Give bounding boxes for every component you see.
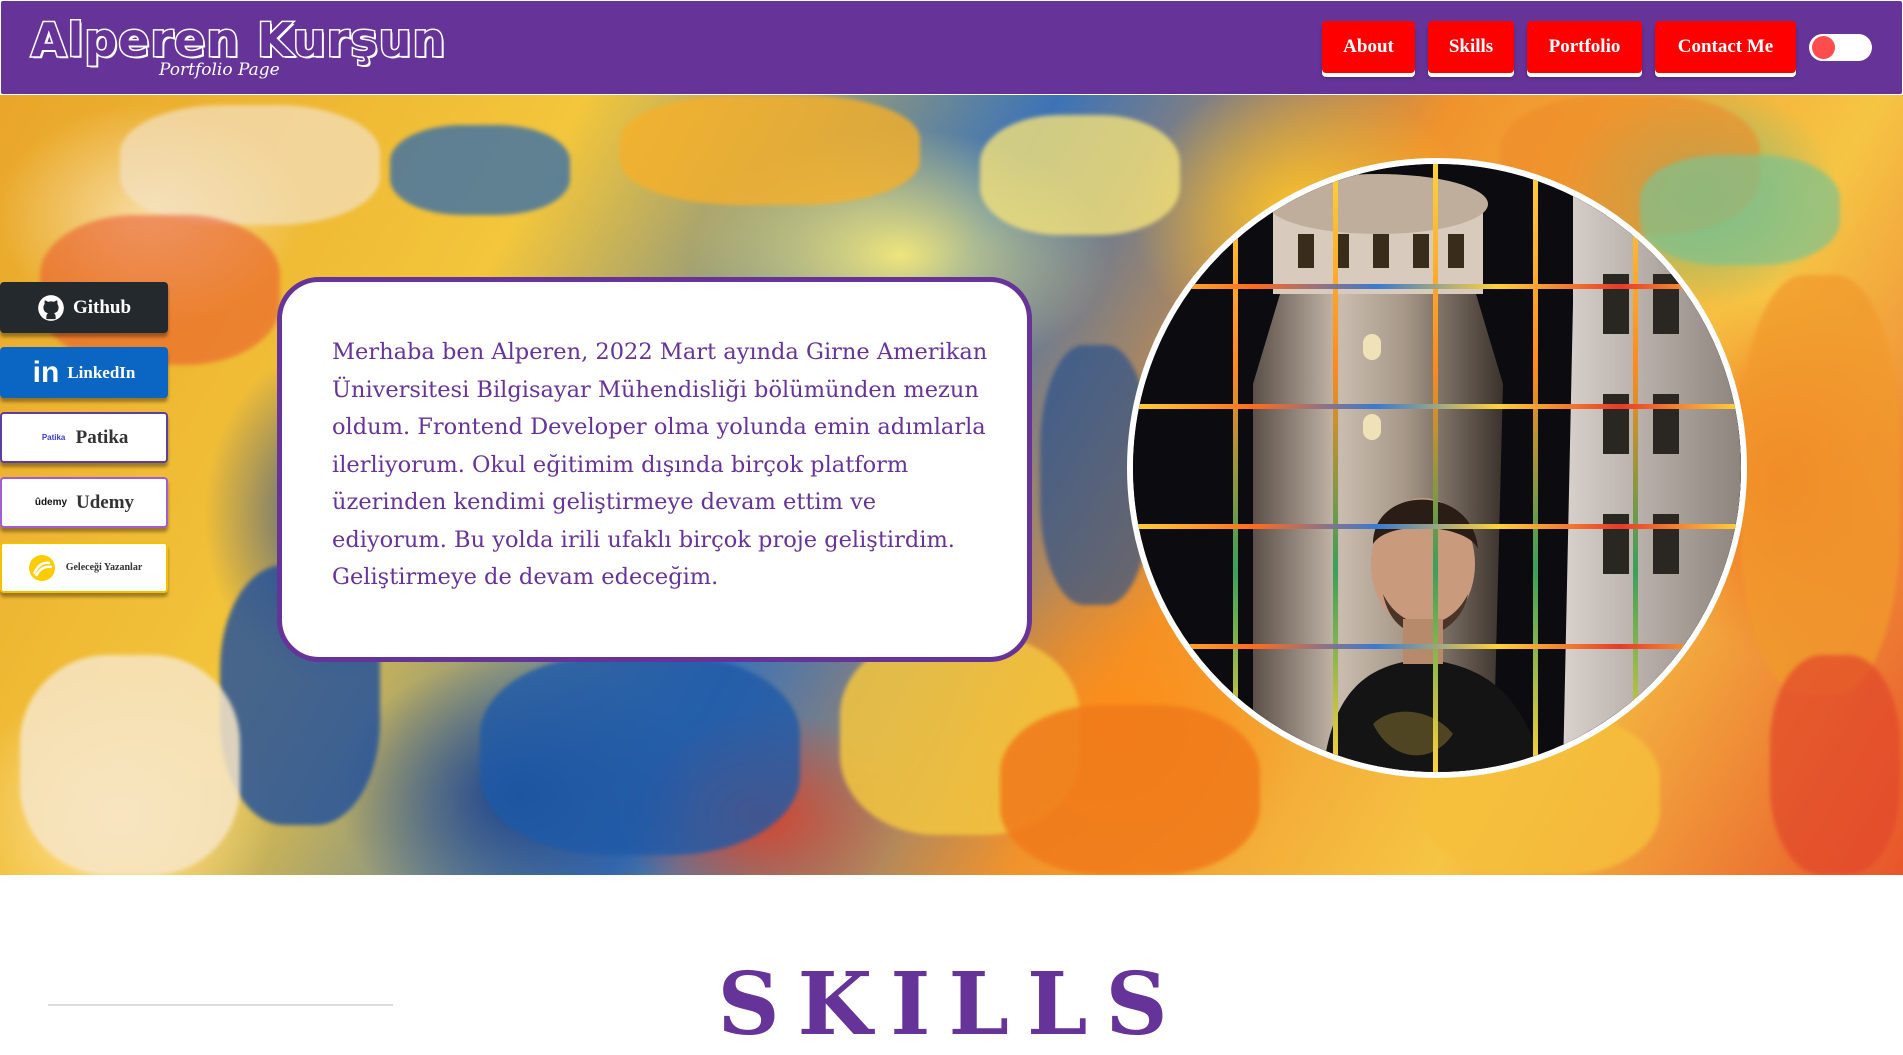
grid-line xyxy=(1333,164,1338,772)
theme-toggle[interactable] xyxy=(1809,34,1872,61)
nav-contact-button[interactable]: Contact Me xyxy=(1655,21,1796,73)
gelecegi-yazanlar-link[interactable]: Geleceği Yazanlar xyxy=(0,542,168,593)
nav-about-button[interactable]: About xyxy=(1322,21,1415,73)
patika-link[interactable]: Patika Patika xyxy=(0,412,168,463)
linkedin-link[interactable]: in LinkedIn xyxy=(0,347,168,398)
nav-skills-button[interactable]: Skills xyxy=(1428,21,1514,73)
github-icon xyxy=(37,294,65,322)
gelecegi-yazanlar-label: Geleceği Yazanlar xyxy=(65,562,143,573)
linkedin-icon: in xyxy=(32,355,60,389)
paint-stroke xyxy=(1770,655,1900,875)
paint-stroke xyxy=(480,655,800,855)
grid-line xyxy=(1433,164,1438,772)
grid-line xyxy=(1533,164,1538,772)
toggle-knob xyxy=(1812,36,1835,59)
github-link[interactable]: Github xyxy=(0,282,168,333)
grid-line xyxy=(1133,524,1741,529)
udemy-link[interactable]: ûdemy Udemy xyxy=(0,477,168,528)
linkedin-label: LinkedIn xyxy=(67,362,136,382)
brand-name: Alperen Kurşun xyxy=(29,13,447,67)
about-text: Merhaba ben Alperen, 2022 Mart ayında Gi… xyxy=(332,339,988,590)
brand-logo[interactable]: Alperen Kurşun Portfolio Page xyxy=(29,14,446,85)
site-header: Alperen Kurşun Portfolio Page About Skil… xyxy=(1,1,1902,94)
github-label: Github xyxy=(72,296,132,318)
paint-stroke xyxy=(390,125,570,215)
gelecegi-yazanlar-logo xyxy=(26,554,58,582)
grid-line xyxy=(1633,164,1638,772)
patika-logo: Patika xyxy=(41,433,66,442)
brand-subtitle: Portfolio Page xyxy=(159,60,280,80)
grid-line xyxy=(1133,644,1741,649)
paint-stroke xyxy=(120,105,380,225)
paint-stroke xyxy=(620,95,920,205)
grid-line xyxy=(1133,284,1741,289)
udemy-label: Udemy xyxy=(75,491,135,513)
section-divider xyxy=(48,1004,393,1006)
profile-photo xyxy=(1127,158,1747,778)
paint-stroke xyxy=(1740,275,1900,695)
paint-stroke xyxy=(20,655,240,875)
grid-line xyxy=(1233,164,1238,772)
grid-line xyxy=(1133,404,1741,409)
about-card: Merhaba ben Alperen, 2022 Mart ayında Gi… xyxy=(277,277,1032,662)
udemy-logo: ûdemy xyxy=(34,497,68,508)
patika-label: Patika xyxy=(75,426,129,448)
nav-portfolio-button[interactable]: Portfolio xyxy=(1527,21,1642,73)
